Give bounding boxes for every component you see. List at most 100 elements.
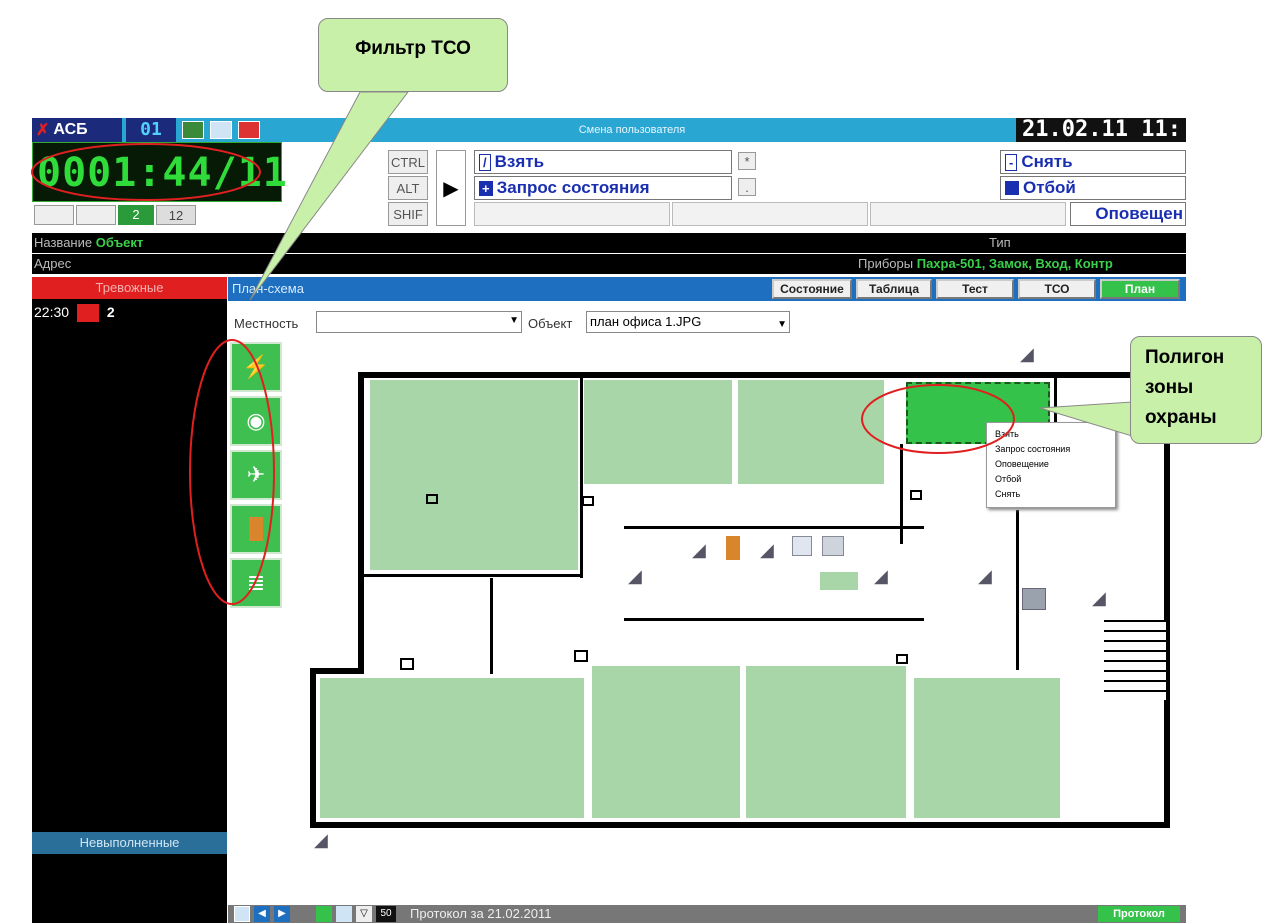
alarm-row[interactable]: 22:30 2 [32, 301, 227, 323]
record-count: 50 [376, 906, 396, 922]
star-key[interactable]: * [738, 152, 756, 170]
count-badge-green[interactable]: 2 [118, 205, 154, 225]
address-bar: Адрес Приборы Пахра-501, Замок, Вход, Ко… [32, 254, 1186, 274]
empty-slot [672, 202, 868, 226]
database-icon[interactable]: ≣ [230, 558, 282, 608]
alarm-flag-icon [76, 304, 99, 323]
sensor-marker[interactable] [910, 490, 922, 500]
logo-icon: ✗ [36, 122, 50, 139]
count-badge-gray[interactable]: 12 [156, 205, 196, 225]
sensor-marker[interactable] [400, 658, 414, 670]
alarm-panel: Тревожные 22:30 2 Невыполненные [32, 277, 227, 923]
notify-button[interactable]: Оповещен [1070, 202, 1186, 226]
wall [1016, 510, 1019, 670]
chevron-right-icon: ▶ [443, 177, 459, 200]
empty-slot [870, 202, 1066, 226]
tab-state[interactable]: Состояние [772, 279, 852, 299]
tab-test[interactable]: Тест [936, 279, 1014, 299]
camera-icon[interactable]: ◢ [314, 830, 328, 851]
object-select[interactable]: план офиса 1.JPG ▼ [586, 311, 790, 333]
monitor-icon[interactable] [336, 906, 352, 922]
sensor-marker[interactable] [896, 654, 908, 664]
logo: ✗ АСБ [32, 118, 122, 142]
door-icon[interactable] [726, 536, 740, 560]
object-label: Объект [528, 316, 573, 331]
camera-icon[interactable]: ◢ [874, 566, 888, 587]
wall [310, 822, 1170, 828]
camera-icon[interactable]: ◢ [628, 566, 642, 587]
menu-unset[interactable]: Снять [987, 487, 1115, 502]
sensor-marker[interactable] [582, 496, 594, 506]
wall [310, 668, 364, 674]
tso-filter-toolbar: ⚡ ◉ ✈ ≣ [230, 342, 282, 608]
tools-icon[interactable] [316, 906, 332, 922]
prev-icon[interactable]: ◀ [254, 906, 270, 922]
alt-key[interactable]: ALT [388, 176, 428, 200]
menu-cancel[interactable]: Отбой [987, 472, 1115, 487]
camera-icon[interactable]: ◢ [978, 566, 992, 587]
shift-key[interactable]: SHIF [388, 202, 428, 226]
room-zone[interactable] [746, 666, 906, 818]
date-display: 21.02.11 11: [1016, 118, 1186, 142]
panel-device-icon[interactable] [822, 536, 844, 556]
take-button[interactable]: / Взять [474, 150, 732, 174]
top-bar: ✗ АСБ 01 Смена пользователя 21.02.11 11: [32, 118, 1186, 142]
camera-icon[interactable]: ◢ [1020, 344, 1034, 365]
room-zone[interactable] [320, 678, 584, 818]
query-state-button[interactable]: + Запрос состояния [474, 176, 732, 200]
menu-take[interactable]: Взять [987, 427, 1115, 442]
wall [580, 378, 583, 578]
unfinished-header[interactable]: Невыполненные [32, 832, 227, 854]
dot-key[interactable]: . [738, 178, 756, 196]
plus-icon: + [479, 180, 493, 196]
room-zone[interactable] [592, 666, 740, 818]
minus-icon: - [1005, 153, 1018, 171]
alarms-header[interactable]: Тревожные [32, 277, 227, 299]
protocol-button[interactable]: Протокол [1098, 906, 1180, 922]
count-cell-a[interactable] [34, 205, 74, 225]
wall [364, 574, 580, 577]
camera-icon[interactable]: ◉ [230, 396, 282, 446]
calendar-icon[interactable] [234, 906, 250, 922]
unset-button[interactable]: - Снять [1000, 150, 1186, 174]
monitor-icon[interactable] [182, 121, 204, 139]
menu-query-state[interactable]: Запрос состояния [987, 442, 1115, 457]
object-name-bar: Название Объект Тип [32, 233, 1186, 253]
printer-icon[interactable] [210, 121, 232, 139]
ctrl-key[interactable]: CTRL [388, 150, 428, 174]
camera-icon[interactable]: ◢ [692, 540, 706, 561]
door-icon[interactable] [230, 504, 282, 554]
tab-tso[interactable]: ТСО [1018, 279, 1096, 299]
sensor-marker[interactable] [574, 650, 588, 662]
sensor-marker[interactable] [426, 494, 438, 504]
room-zone[interactable] [584, 380, 732, 484]
cancel-button[interactable]: Отбой [1000, 176, 1186, 200]
area-select[interactable]: ▼ [316, 311, 522, 333]
wall [490, 578, 493, 674]
siren-icon[interactable] [792, 536, 812, 556]
room-zone[interactable] [370, 380, 578, 570]
filter-callout: Фильтр ТСО [318, 18, 508, 92]
zone-context-menu: Взять Запрос состояния Оповещение Отбой … [986, 422, 1116, 508]
change-user-title[interactable]: Смена пользователя [432, 118, 832, 142]
menu-notify[interactable]: Оповещение [987, 457, 1115, 472]
calculator-icon[interactable] [238, 121, 260, 139]
room-zone[interactable] [820, 572, 858, 590]
camera-icon[interactable]: ◢ [760, 540, 774, 561]
next-icon[interactable]: ▶ [274, 906, 290, 922]
siren-icon[interactable]: ✈ [230, 450, 282, 500]
room-zone[interactable] [914, 678, 1060, 818]
expand-arrow-button[interactable]: ▶ [436, 150, 466, 226]
motion-sensor-icon[interactable]: ⚡ [230, 342, 282, 392]
wall [310, 668, 316, 828]
clock-display: 0001:44/11 [32, 142, 287, 202]
camera-icon[interactable]: ◢ [1092, 588, 1106, 609]
room-zone[interactable] [738, 380, 884, 484]
tab-table[interactable]: Таблица [856, 279, 932, 299]
chevron-down-icon: ▼ [777, 319, 787, 330]
tab-plan[interactable]: План [1100, 279, 1180, 299]
stairs [1104, 620, 1166, 700]
controller-icon[interactable] [1022, 588, 1046, 610]
count-cell-b[interactable] [76, 205, 116, 225]
filter-icon[interactable]: ▽ [356, 906, 372, 922]
